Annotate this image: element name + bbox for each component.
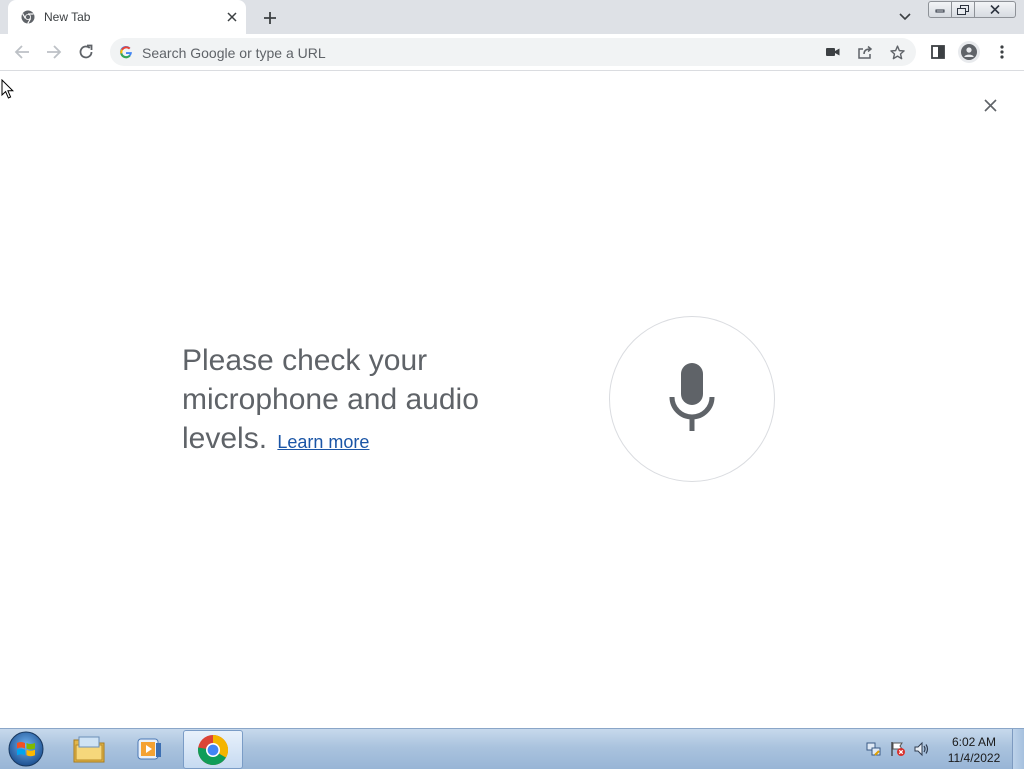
learn-more-link[interactable]: Learn more: [277, 432, 369, 452]
chrome-favicon-icon: [21, 10, 35, 24]
new-tab-plus-icon[interactable]: [260, 8, 280, 28]
action-center-flag-icon[interactable]: [890, 741, 906, 757]
volume-speaker-icon[interactable]: [914, 741, 930, 757]
show-desktop-button[interactable]: [1012, 729, 1024, 769]
tab-search-chevron-down-icon[interactable]: [896, 9, 914, 25]
clock-date: 11/4/2022: [947, 751, 1001, 765]
windows-explorer-taskbar-icon[interactable]: [60, 730, 118, 767]
close-window-button[interactable]: [975, 1, 1016, 18]
network-tray-icon[interactable]: [866, 741, 882, 757]
browser-toolbar: Search Google or type a URL: [0, 34, 1024, 71]
forward-arrow-icon[interactable]: [44, 42, 64, 62]
system-clock[interactable]: 6:02 AM 11/4/2022: [938, 734, 1010, 766]
side-panel-icon[interactable]: [928, 42, 948, 62]
profile-avatar-icon[interactable]: [958, 41, 980, 63]
google-g-icon: [119, 45, 133, 59]
minimize-window-button[interactable]: [928, 1, 952, 18]
window-controls: [928, 1, 1016, 18]
more-menu-icon[interactable]: [992, 42, 1012, 62]
media-player-taskbar-icon[interactable]: [120, 730, 178, 767]
tab-close-icon[interactable]: [224, 9, 240, 25]
microphone-icon: [668, 362, 716, 436]
back-arrow-icon[interactable]: [12, 42, 32, 62]
mouse-pointer-icon: [1, 78, 15, 104]
tab-strip: New Tab: [0, 0, 1024, 34]
start-button[interactable]: [6, 730, 46, 768]
bookmark-star-icon[interactable]: [888, 43, 906, 61]
omnibox-address-bar[interactable]: Search Google or type a URL: [110, 38, 916, 66]
restore-window-button[interactable]: [952, 1, 975, 18]
clock-time: 6:02 AM: [951, 735, 997, 749]
camera-in-use-icon[interactable]: [824, 43, 842, 61]
microphone-button[interactable]: [609, 316, 775, 482]
browser-tab-new-tab[interactable]: New Tab: [8, 0, 246, 34]
tab-title: New Tab: [44, 10, 91, 24]
voice-search-error-text: Please check your microphone and audio l…: [182, 341, 542, 462]
share-icon[interactable]: [856, 43, 874, 61]
voice-search-close-icon[interactable]: [980, 95, 1000, 115]
reload-icon[interactable]: [76, 42, 96, 62]
windows-taskbar: 6:02 AM 11/4/2022: [0, 728, 1024, 769]
chrome-taskbar-icon[interactable]: [183, 730, 243, 769]
omnibox-placeholder: Search Google or type a URL: [142, 45, 326, 61]
